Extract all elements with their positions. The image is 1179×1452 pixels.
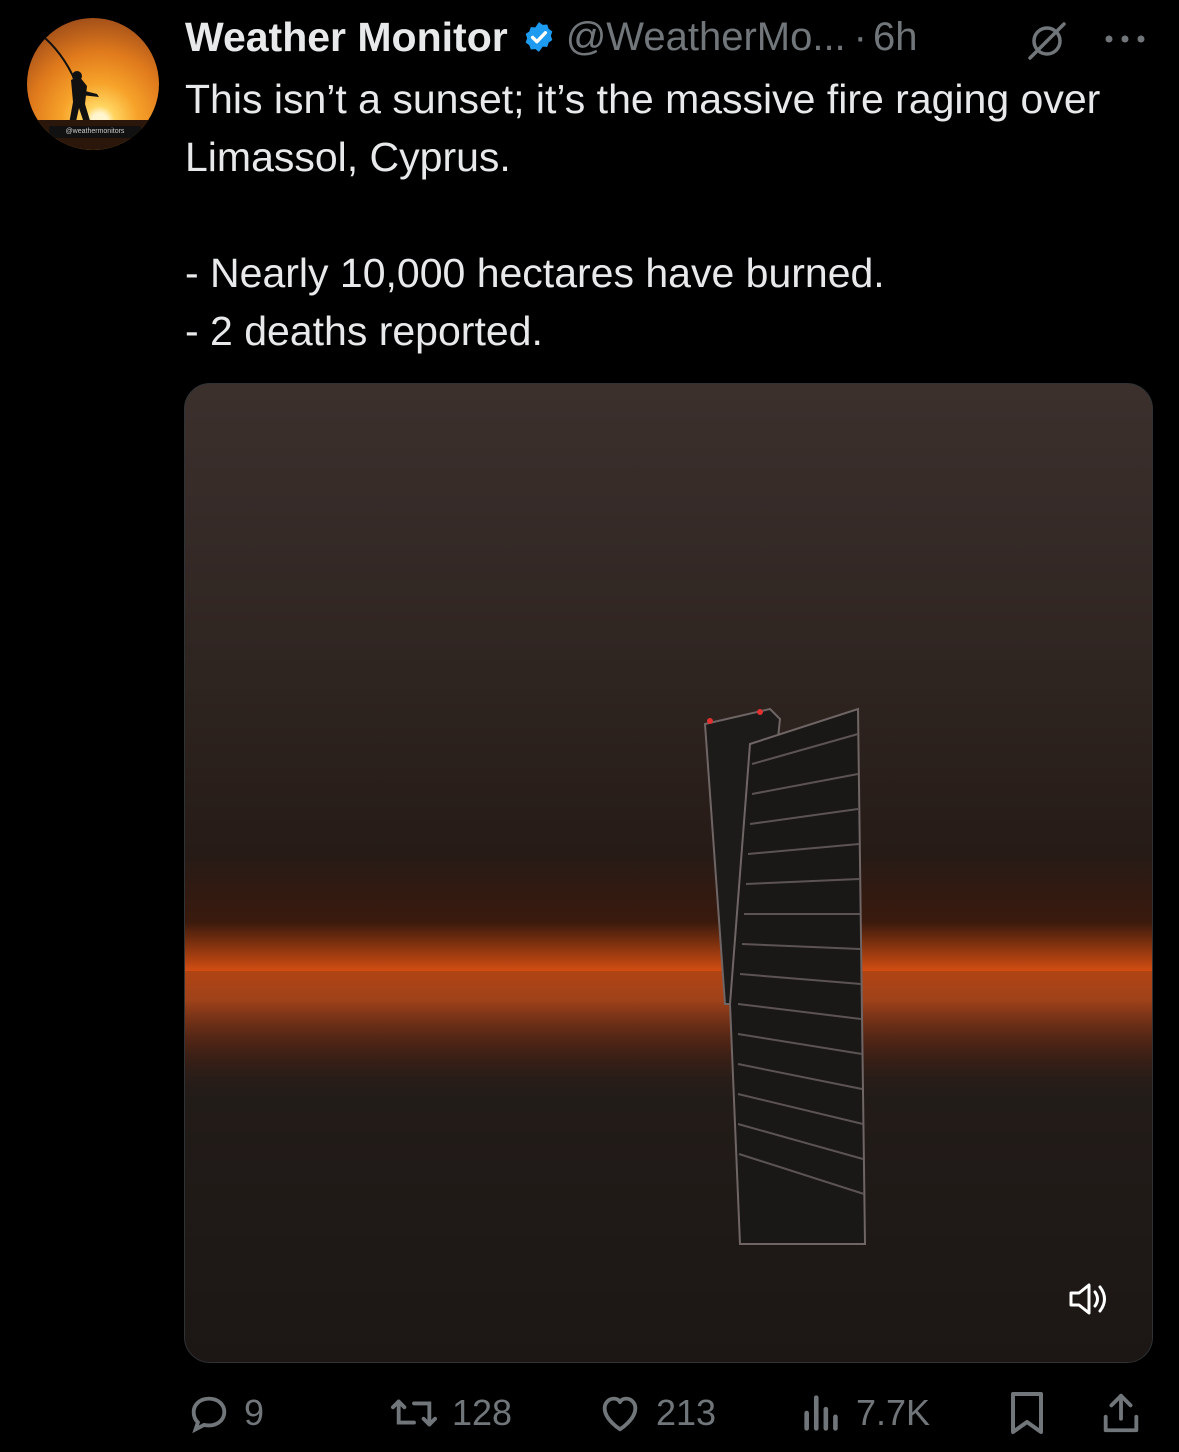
views-icon [804, 1395, 838, 1431]
reply-icon [191, 1396, 227, 1434]
reply-button[interactable]: 9 [186, 1388, 264, 1438]
author-handle[interactable]: @WeatherMo... [566, 15, 846, 60]
bookmark-icon [1011, 1392, 1043, 1434]
views-count: 7.7K [856, 1392, 931, 1433]
heart-icon [602, 1396, 638, 1432]
speaker-icon[interactable] [1065, 1279, 1109, 1319]
tweet-line: - Nearly 10,000 hectares have burned. [185, 250, 885, 296]
share-button[interactable] [1098, 1388, 1144, 1438]
tweet-line: - 2 deaths reported. [185, 308, 543, 354]
author-name[interactable]: Weather Monitor [185, 14, 508, 61]
separator-dot: · [853, 14, 867, 59]
views-button[interactable]: 7.7K [800, 1388, 930, 1438]
repost-button[interactable]: 128 [388, 1388, 512, 1438]
avatar[interactable]: @weathermonitors [27, 18, 159, 150]
repost-icon [390, 1399, 437, 1427]
grok-icon[interactable] [1024, 20, 1070, 60]
more-icon[interactable] [1100, 24, 1150, 54]
share-icon [1103, 1393, 1139, 1433]
city-skyline [185, 970, 1152, 1362]
repost-count: 128 [452, 1392, 513, 1433]
skyscraper-image [703, 707, 867, 1245]
action-bar: 9 128 213 7.7K [0, 1388, 1179, 1438]
tweet-line: This isn’t a sunset; it’s the massive fi… [185, 76, 1101, 180]
bookmark-button[interactable] [1006, 1388, 1048, 1438]
avatar-caption: @weathermonitors [49, 126, 141, 138]
video-player[interactable] [184, 383, 1153, 1363]
like-button[interactable]: 213 [596, 1388, 716, 1438]
tweet-time[interactable]: 6h [873, 15, 918, 60]
tweet-text: This isn’t a sunset; it’s the massive fi… [185, 70, 1145, 360]
tweet-header: Weather Monitor @WeatherMo... · 6h [185, 12, 918, 62]
reply-count: 9 [244, 1392, 265, 1433]
verified-badge-icon [525, 22, 553, 52]
like-count: 213 [656, 1392, 717, 1433]
